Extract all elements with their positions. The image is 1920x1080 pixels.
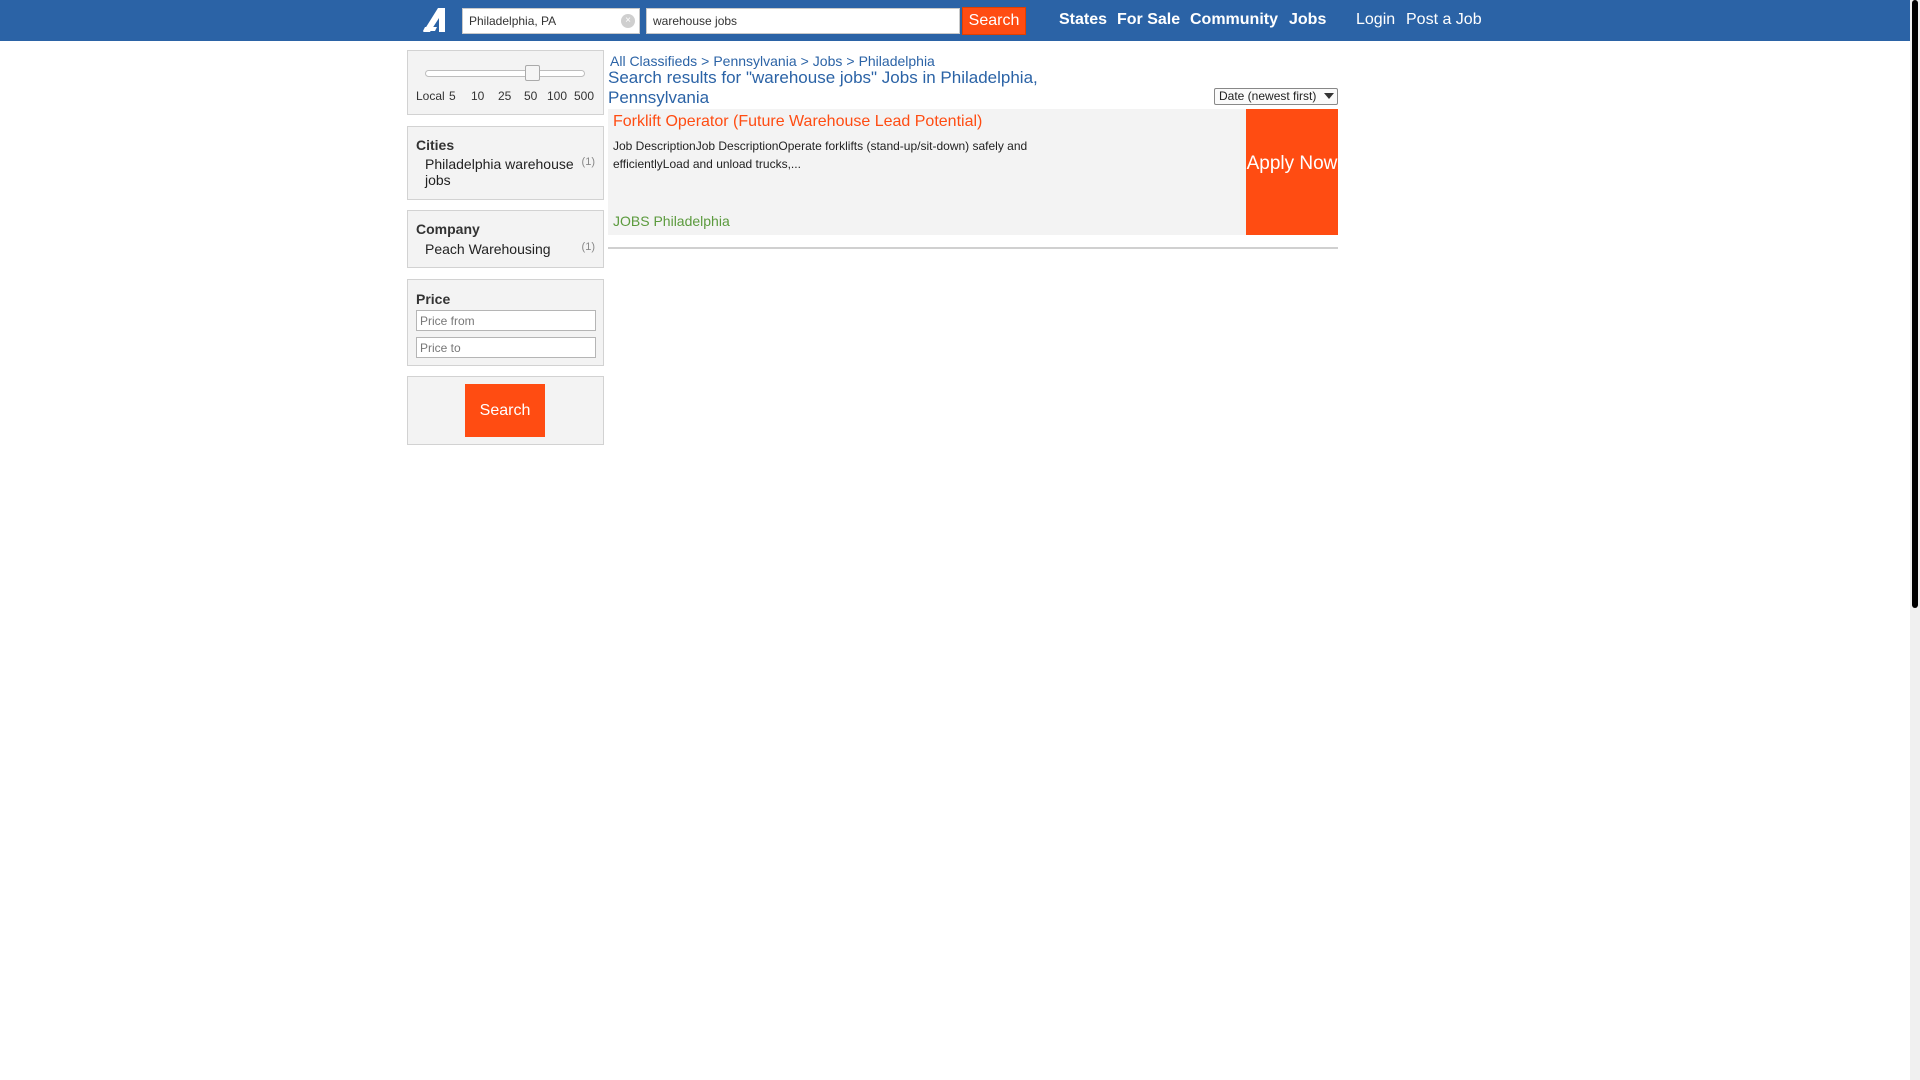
sort-order-value: Date (newest first) [1219, 89, 1317, 103]
sidebar-search-panel: Search [407, 376, 604, 445]
breadcrumb: All Classifieds > Pennsylvania > Jobs > Philad… [610, 53, 935, 69]
location-input[interactable] [463, 9, 613, 33]
listing-title-link[interactable]: Forklift Operator (Future Warehouse Lead… [613, 113, 982, 131]
header-search-button[interactable]: Search [962, 7, 1026, 35]
cities-filter-panel: Cities Philadelphia warehouse jobs (1) [407, 126, 604, 200]
breadcrumb-all-classifieds[interactable]: All Classifieds [610, 53, 697, 69]
top-navigation-bar: × Search States For Sale Community Jobs … [0, 0, 1910, 41]
dropdown-arrow-icon [1324, 93, 1334, 99]
listing-category-location[interactable]: JOBS Philadelphia [613, 213, 730, 229]
nav-community-link[interactable]: Community [1190, 11, 1278, 29]
company-facet-link[interactable]: Peach Warehousing [425, 241, 551, 257]
listing-description: Job DescriptionJob DescriptionOperate fo… [613, 139, 1028, 171]
distance-tick-5: 5 [449, 89, 456, 103]
results-divider [608, 247, 1338, 249]
scrollbar-thumb[interactable] [1912, 0, 1918, 608]
nav-jobs-link[interactable]: Jobs [1289, 11, 1326, 29]
breadcrumb-pennsylvania[interactable]: Pennsylvania [713, 53, 796, 69]
breadcrumb-separator: > [701, 53, 710, 69]
price-to-input[interactable] [416, 337, 596, 358]
distance-filter-panel: Local 5 10 25 50 100 500 [407, 50, 604, 115]
sort-order-dropdown[interactable]: Date (newest first) [1214, 88, 1338, 105]
distance-slider-handle[interactable] [525, 65, 540, 81]
distance-tick-local: Local [416, 89, 445, 103]
company-heading: Company [416, 221, 480, 237]
breadcrumb-philadelphia[interactable]: Philadelphia [859, 53, 935, 69]
apply-now-button[interactable]: Apply Now [1246, 109, 1338, 235]
clear-location-icon[interactable]: × [621, 14, 635, 28]
distance-slider-track[interactable] [425, 70, 585, 77]
price-from-input[interactable] [416, 310, 596, 331]
listing-item: Forklift Operator (Future Warehouse Lead… [608, 109, 1338, 235]
page-scrollbar[interactable] [1910, 0, 1920, 1080]
city-facet-link[interactable]: Philadelphia warehouse jobs [425, 156, 585, 188]
distance-tick-100: 100 [547, 89, 568, 103]
search-query-input[interactable] [646, 8, 960, 34]
price-heading: Price [416, 291, 451, 307]
cities-heading: Cities [416, 137, 455, 153]
company-filter-panel: Company Peach Warehousing (1) [407, 210, 604, 268]
sidebar-search-button[interactable]: Search [465, 384, 545, 437]
price-filter-panel: Price [407, 279, 604, 366]
nav-states-link[interactable]: States [1059, 11, 1107, 29]
distance-tick-500: 500 [574, 89, 595, 103]
breadcrumb-jobs[interactable]: Jobs [813, 53, 843, 69]
breadcrumb-separator: > [800, 53, 809, 69]
company-facet-count: (1) [581, 241, 595, 253]
login-link[interactable]: Login [1356, 11, 1395, 29]
city-facet-count: (1) [581, 156, 595, 168]
site-logo-icon[interactable] [421, 6, 451, 34]
distance-tick-50: 50 [524, 89, 538, 103]
results-heading: Search results for "warehouse jobs" Jobs… [608, 68, 1038, 107]
distance-tick-10: 10 [471, 89, 485, 103]
post-job-link[interactable]: Post a Job [1406, 11, 1482, 29]
nav-for-sale-link[interactable]: For Sale [1117, 11, 1180, 29]
breadcrumb-separator: > [846, 53, 855, 69]
location-field[interactable]: × [462, 8, 640, 34]
distance-tick-25: 25 [498, 89, 512, 103]
